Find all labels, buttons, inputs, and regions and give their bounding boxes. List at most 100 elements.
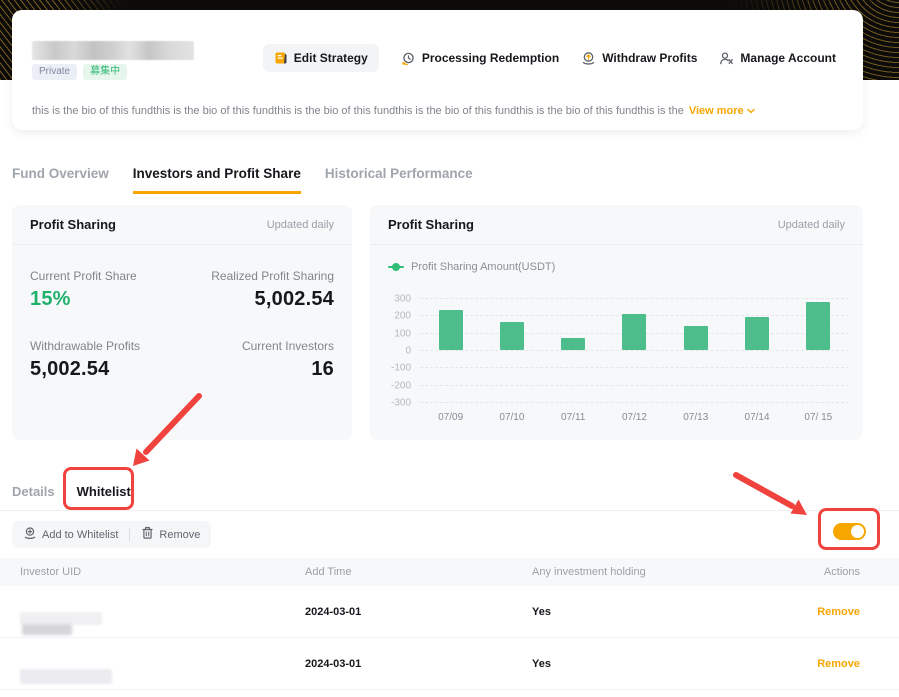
remove-button[interactable]: Remove <box>141 526 200 543</box>
chart-x-labels: 07/09 07/10 07/11 07/12 07/13 07/14 07/ 15 <box>420 412 849 423</box>
fund-badges: Private 募集中 <box>32 64 128 80</box>
summary-card-header: Profit Sharing Updated daily <box>12 205 352 245</box>
fund-badge: Private <box>32 64 78 80</box>
chart-bar-cell <box>726 298 787 402</box>
profit-chart-card: Profit Sharing Updated daily Profit Shar… <box>370 205 863 440</box>
chart-bar <box>622 313 647 350</box>
stat-value: 15% <box>30 288 71 310</box>
edit-strategy-label: Edit Strategy <box>293 51 368 65</box>
table-column-header: Any investment holding <box>532 566 646 578</box>
withdraw-icon <box>581 51 596 66</box>
chart-bar <box>683 325 708 350</box>
account-icon <box>719 51 734 66</box>
row-remove-link[interactable]: Remove <box>817 606 860 618</box>
summary-updated-label: Updated daily <box>266 218 334 231</box>
chart-x-tick-label: 07/09 <box>438 412 464 423</box>
header-actions: Edit Strategy Processing Redemption With… <box>262 43 836 73</box>
view-more-label: View more <box>688 105 744 117</box>
divider <box>0 510 899 511</box>
chart-y-tick-label: -200 <box>390 380 411 392</box>
withdraw-profits-label: Withdraw Profits <box>602 51 698 65</box>
chart-plot: 300 200 100 0 -100 -200 -300 <box>391 294 849 409</box>
chart-card-title: Profit Sharing <box>388 217 474 232</box>
edit-strategy-button[interactable]: Edit Strategy <box>262 44 379 72</box>
fund-bio-row: this is the bio of this fundthis is the … <box>32 105 842 117</box>
chart-x-tick-label: 07/11 <box>561 412 586 423</box>
chart-x-tick-label: 07/ 15 <box>804 412 833 423</box>
chart-y-tick-label: 200 <box>394 310 411 322</box>
summary-stats: Current Profit Share 15% Realized Profit… <box>12 245 352 381</box>
chart-y-tick-label: 300 <box>394 293 411 305</box>
holding-cell: Yes <box>532 657 551 670</box>
table-column-header: Investor UID <box>20 566 82 578</box>
legend-marker-icon <box>388 263 404 271</box>
chart-bars <box>420 298 849 402</box>
chart-gridline: -300 <box>391 398 849 409</box>
stat-value: 5,002.54 <box>30 358 110 380</box>
chart-bar <box>806 302 831 350</box>
stat-label: Withdrawable Profits <box>30 339 141 353</box>
annotation-box-whitelist-tab <box>63 467 134 510</box>
chevron-down-icon <box>746 105 755 117</box>
profit-summary-card: Profit Sharing Updated daily Current Pro… <box>12 205 352 440</box>
main-tab[interactable]: Historical Performance <box>325 166 473 194</box>
summary-stat: Current Profit Share 15% <box>30 269 182 311</box>
chart-bar-cell <box>604 298 665 402</box>
table-column-header: Add Time <box>305 566 352 578</box>
page: Private 募集中 Edit Strategy Processing Red… <box>0 0 899 697</box>
chart-bar <box>745 317 770 350</box>
view-more-link[interactable]: View more <box>689 105 755 117</box>
fund-header-card: Private 募集中 Edit Strategy Processing Red… <box>12 10 863 130</box>
toolbar-divider <box>129 528 131 541</box>
holding-cell: Yes <box>532 605 551 618</box>
table-row: 2024-03-01 Yes Remove <box>0 638 899 690</box>
remove-button-label: Remove <box>159 528 201 541</box>
main-tabs: Fund Overview Investors and Profit Share… <box>12 166 473 194</box>
chart-x-tick-label: 07/10 <box>499 412 525 423</box>
chart-x-tick-label: 07/12 <box>621 412 647 423</box>
chart-bar-cell <box>665 298 726 402</box>
add-to-whitelist-icon <box>23 526 37 543</box>
summary-card-title: Profit Sharing <box>30 217 116 232</box>
withdraw-profits-button[interactable]: Withdraw Profits <box>581 51 697 66</box>
stat-value: 5,002.54 <box>254 288 334 310</box>
chart-legend: Profit Sharing Amount(USDT) <box>388 261 555 273</box>
add-to-whitelist-label: Add to Whitelist <box>42 528 119 541</box>
chart-y-tick-label: 100 <box>394 328 411 340</box>
summary-stat: Withdrawable Profits 5,002.54 <box>30 339 182 381</box>
chart-bar-cell <box>788 298 849 402</box>
chart-y-tick-label: 0 <box>405 345 411 357</box>
manage-account-button[interactable]: Manage Account <box>719 51 836 66</box>
add-to-whitelist-button[interactable]: Add to Whitelist <box>23 526 118 543</box>
chart-bar-cell <box>420 298 481 402</box>
whitelist-toolbar: Add to Whitelist Remove <box>12 521 212 548</box>
main-tab[interactable]: Fund Overview <box>12 166 109 194</box>
chart-y-tick-label: -100 <box>390 362 411 374</box>
table-row: 2024-03-01 Yes Remove <box>0 586 899 638</box>
fund-name-redacted <box>32 41 194 60</box>
stat-label: Realized Profit Sharing <box>211 269 334 283</box>
legend-label: Profit Sharing Amount(USDT) <box>411 261 556 273</box>
stat-label: Current Investors <box>241 339 334 353</box>
trash-icon <box>141 526 154 543</box>
processing-redemption-label: Processing Redemption <box>421 51 560 65</box>
annotation-arrow-to-toggle <box>733 472 807 515</box>
summary-stat: Realized Profit Sharing 5,002.54 <box>182 269 334 311</box>
row-remove-link[interactable]: Remove <box>817 658 860 670</box>
chart-bar-cell <box>481 298 542 402</box>
add-time-cell: 2024-03-01 <box>305 605 362 618</box>
stat-label: Current Profit Share <box>30 269 137 283</box>
table-column-header: Actions <box>823 566 860 578</box>
manage-account-label: Manage Account <box>740 51 836 65</box>
redemption-icon <box>401 51 416 66</box>
main-tab[interactable]: Investors and Profit Share <box>132 166 301 194</box>
whitelist-table-header: Investor UID Add Time Any investment hol… <box>0 558 899 586</box>
whitelist-subtab[interactable]: Details <box>12 484 55 500</box>
chart-bar <box>499 322 524 350</box>
chart-updated-label: Updated daily <box>777 218 845 231</box>
chart-card-header: Profit Sharing Updated daily <box>370 205 863 245</box>
fund-bio-text: this is the bio of this fundthis is the … <box>32 105 684 117</box>
edit-document-icon <box>274 51 288 65</box>
processing-redemption-button[interactable]: Processing Redemption <box>401 51 559 66</box>
fund-badge: 募集中 <box>83 64 128 80</box>
